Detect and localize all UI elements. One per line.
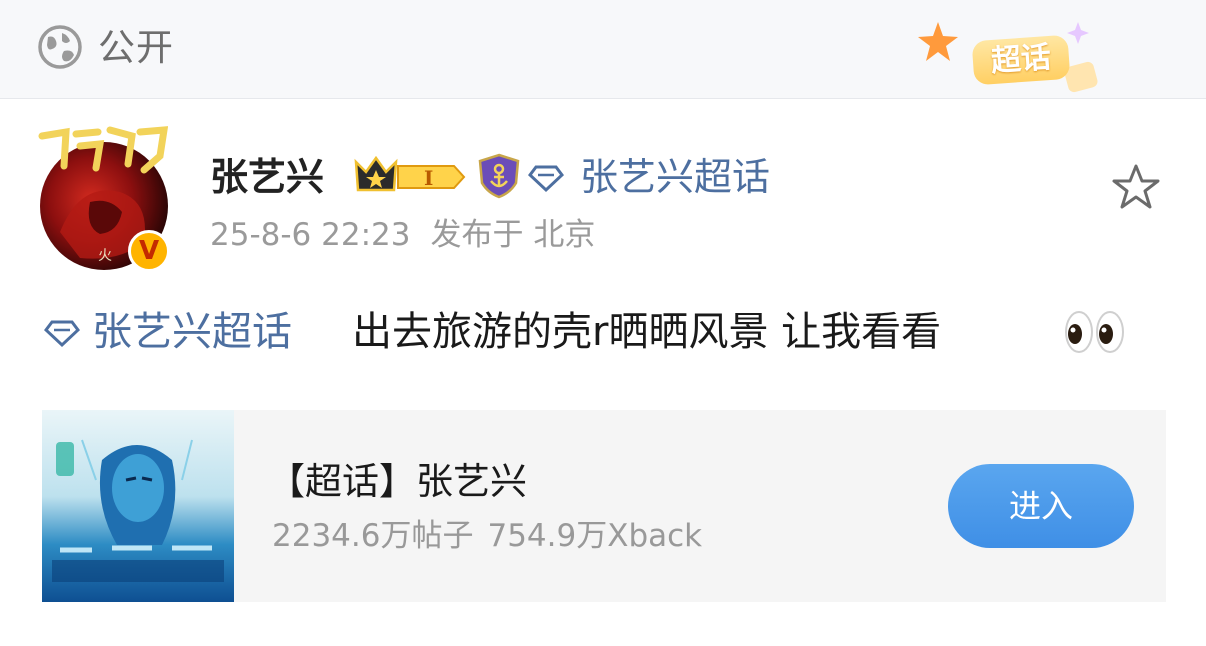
verified-badge: V	[128, 230, 170, 272]
supertopic-badge-label: 超话	[971, 34, 1071, 86]
supertopic-badge[interactable]: 超话	[918, 16, 1108, 96]
svg-text:火: 火	[98, 248, 112, 264]
post-location: 发布于 北京	[430, 217, 596, 253]
member-level: I	[424, 166, 433, 190]
enter-button[interactable]: 进入	[948, 464, 1134, 548]
shield-icon[interactable]	[478, 153, 520, 199]
visibility-label: 公开	[98, 26, 174, 69]
post-timestamp: 25-8-6 22:23	[210, 217, 411, 253]
crown-icon[interactable]: I	[354, 156, 466, 198]
topic-cover-image	[42, 410, 234, 602]
topic-card-stats: 2234.6万帖子 754.9万Xback	[272, 514, 702, 558]
globe-icon	[38, 25, 82, 69]
header-topic-label: 张艺兴超话	[580, 155, 771, 199]
post-text: 出去旅游的壳r晒晒风景 让我看看	[352, 309, 942, 355]
topic-card-title: 【超话】张艺兴	[268, 460, 527, 503]
followers-count: 754.9万Xback	[487, 518, 703, 554]
posts-count: 2234.6万帖子	[272, 518, 474, 554]
post-meta: 25-8-6 22:23 发布于 北京	[210, 214, 595, 256]
body-topic-link[interactable]: 张艺兴超话	[92, 304, 292, 360]
visibility-bar[interactable]: 公开 超话	[0, 0, 1206, 99]
eyes-emoji	[1065, 311, 1124, 353]
diamond-icon	[44, 320, 80, 348]
topic-card[interactable]: 【超话】张艺兴 2234.6万帖子 754.9万Xback 进入	[42, 410, 1166, 602]
avatar-title-art	[38, 126, 168, 174]
author-name[interactable]: 张艺兴	[210, 153, 324, 201]
diamond-icon	[528, 165, 564, 193]
favorite-star-icon[interactable]	[1110, 162, 1162, 212]
